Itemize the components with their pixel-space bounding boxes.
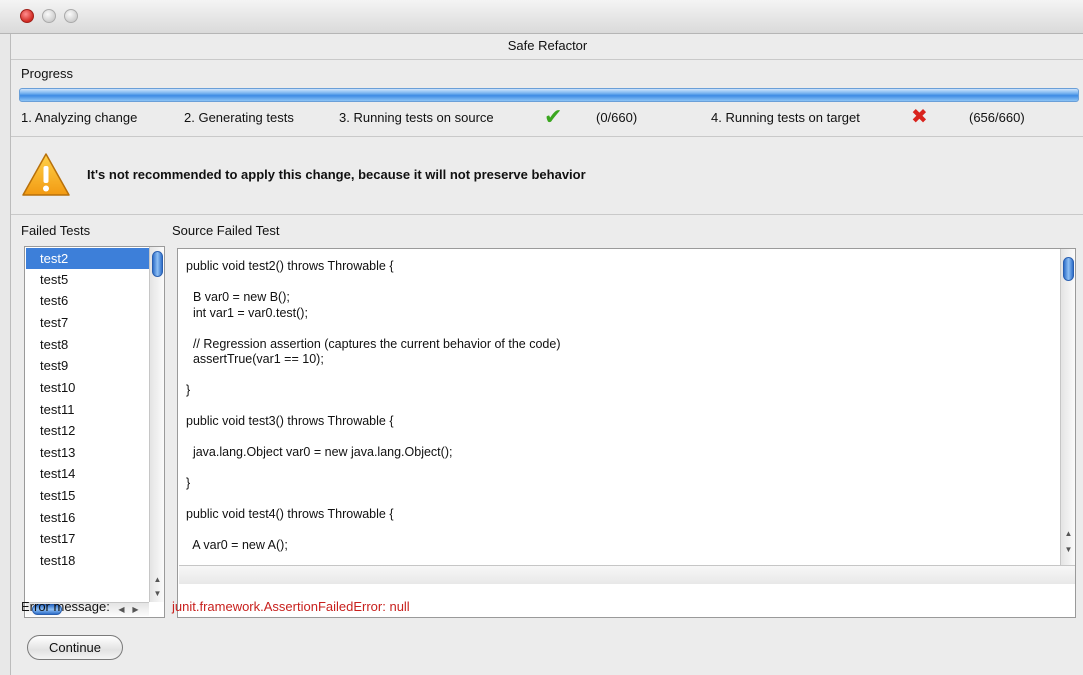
list-vertical-scrollbar[interactable]: ▲ ▼ [149, 247, 164, 602]
list-item-test13[interactable]: test13 [26, 442, 149, 463]
list-item-test12[interactable]: test12 [26, 420, 149, 441]
list-item-test17[interactable]: test17 [26, 528, 149, 549]
source-test-count: (0/660) [596, 110, 638, 125]
failed-tests-label: Failed Tests [21, 223, 91, 238]
step-analyzing-change: 1. Analyzing change [21, 110, 138, 125]
scroll-right-arrow-icon[interactable]: ▶ [130, 603, 141, 616]
zoom-window-button[interactable] [64, 9, 78, 23]
list-item-test6[interactable]: test6 [26, 290, 149, 311]
scroll-up-arrow-icon[interactable]: ▲ [150, 573, 165, 586]
warning-icon [22, 153, 70, 196]
code-scroll-thumb[interactable] [1063, 257, 1074, 281]
step-running-tests-source: 3. Running tests on source [339, 110, 494, 125]
step-running-tests-target: 4. Running tests on target [711, 110, 860, 125]
error-message-value: junit.framework.AssertionFailedError: nu… [172, 599, 410, 614]
warning-message: It's not recommended to apply this chang… [87, 167, 586, 182]
error-message-label: Error message: [21, 599, 110, 614]
scroll-up-arrow-icon[interactable]: ▲ [1061, 527, 1076, 540]
list-item-test9[interactable]: test9 [26, 355, 149, 376]
step-generating-tests: 2. Generating tests [184, 110, 294, 125]
cross-icon: ✖ [911, 106, 928, 128]
close-window-button[interactable] [20, 9, 34, 23]
divider [11, 214, 1083, 215]
list-item-test11[interactable]: test11 [26, 399, 149, 420]
progress-label: Progress [21, 66, 74, 81]
safe-refactor-window: Safe Refactor Progress 1. Analyzing chan… [10, 34, 1083, 675]
progress-bar [19, 88, 1079, 102]
continue-button[interactable]: Continue [27, 635, 123, 660]
window-title: Safe Refactor [11, 34, 1083, 60]
scroll-down-arrow-icon[interactable]: ▼ [150, 587, 165, 600]
list-item-test5[interactable]: test5 [26, 269, 149, 290]
source-code-view[interactable]: public void test2() throws Throwable { B… [177, 248, 1076, 618]
code-horizontal-scrollbar[interactable] [179, 565, 1075, 584]
list-item-test14[interactable]: test14 [26, 463, 149, 484]
list-item-test8[interactable]: test8 [26, 334, 149, 355]
scroll-down-arrow-icon[interactable]: ▼ [1061, 543, 1076, 556]
list-item-test2[interactable]: test2 [26, 248, 149, 269]
list-item-test16[interactable]: test16 [26, 507, 149, 528]
failed-tests-list[interactable]: test2 test5 test6 test7 test8 test9 test… [24, 246, 165, 618]
source-failed-test-label: Source Failed Test [172, 223, 280, 238]
list-item-test10[interactable]: test10 [26, 377, 149, 398]
target-test-count: (656/660) [969, 110, 1025, 125]
divider [11, 136, 1083, 137]
list-item-test7[interactable]: test7 [26, 312, 149, 333]
scroll-left-arrow-icon[interactable]: ◀ [116, 603, 127, 616]
list-item-test15[interactable]: test15 [26, 485, 149, 506]
title-bar [0, 0, 1083, 34]
list-scroll-thumb[interactable] [152, 251, 163, 277]
check-icon: ✔ [544, 104, 563, 129]
source-code-text: public void test2() throws Throwable { B… [186, 259, 561, 552]
minimize-window-button[interactable] [42, 9, 56, 23]
code-vertical-scrollbar[interactable]: ▲ ▼ [1060, 249, 1075, 565]
list-item-test18[interactable]: test18 [26, 550, 149, 571]
